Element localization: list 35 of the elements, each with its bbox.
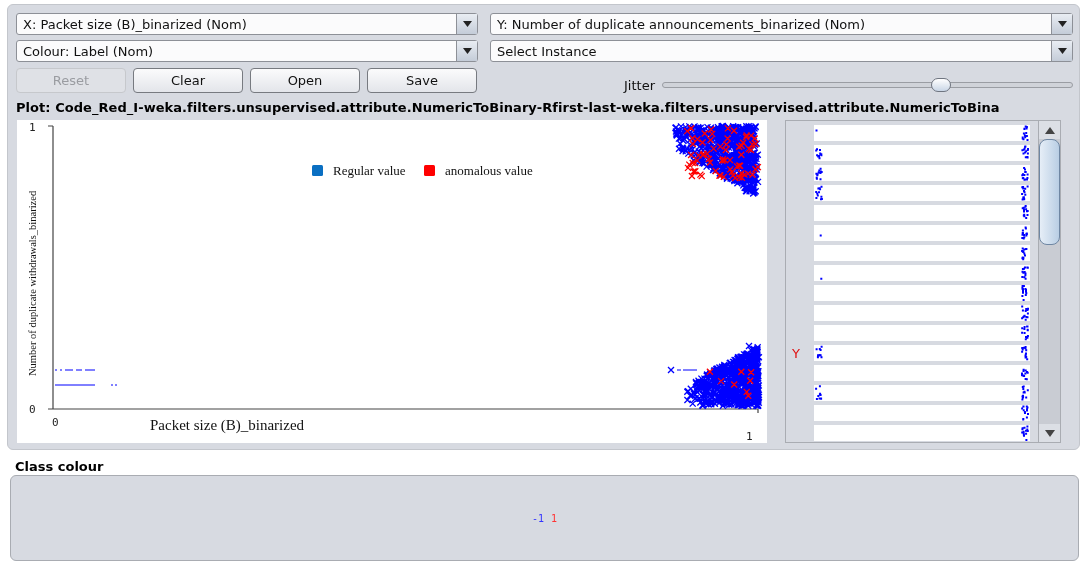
caret-icon: [462, 21, 472, 27]
attribute-strip[interactable]: [814, 145, 1030, 161]
caret-icon: [462, 48, 472, 54]
plot-title: Plot: Code_Red_I-weka.filters.unsupervised.attribute.NumericToBinary-Rfirst-last-weka.filters.unsupervised.attribute.NumericToBina: [16, 100, 1001, 115]
button[interactable]: Save: [367, 67, 477, 93]
attribute-strip[interactable]: [814, 345, 1030, 361]
attribute-strip[interactable]: [814, 185, 1030, 201]
button[interactable]: Open: [250, 67, 360, 93]
y-axis-label: Number of duplicate withdrawals_binarized: [27, 190, 38, 376]
dropdown[interactable]: X: Packet size (B)_binarized (Nom): [16, 13, 478, 35]
x-axis-label: Packet size (B)_binarized: [150, 417, 305, 433]
tick-label: 0: [29, 403, 36, 416]
scroll-up-icon[interactable]: [1044, 126, 1055, 134]
dropdown[interactable]: Select Instance: [490, 40, 1073, 62]
legend-label: Regular value: [333, 163, 406, 178]
attribute-strip[interactable]: [814, 165, 1030, 181]
legend-label: anomalous value: [445, 163, 533, 178]
tick-label: 1: [29, 121, 36, 134]
caret-icon: [1057, 48, 1067, 54]
dropdown[interactable]: Y: Number of duplicate announcements_binarized (Nom): [490, 13, 1073, 35]
scroll-down-icon[interactable]: [1044, 429, 1055, 437]
tick-label: 1: [746, 430, 753, 443]
section-title: Class colour: [15, 459, 105, 474]
jitter-label: Jitter: [624, 77, 655, 93]
dropdown[interactable]: Colour: Label (Nom): [16, 40, 478, 62]
scrollbar[interactable]: [1038, 121, 1060, 442]
slider-thumb[interactable]: [931, 78, 952, 92]
class-label[interactable]: -1: [531, 512, 544, 524]
axis-marker: Y: [791, 345, 801, 361]
button[interactable]: Clear: [133, 67, 243, 93]
point-streak: [54, 369, 118, 386]
tick-label: 0: [52, 416, 59, 429]
attribute-strip[interactable]: [814, 385, 1030, 401]
scroll-thumb[interactable]: [1039, 139, 1060, 245]
caret-icon: [1057, 21, 1067, 27]
